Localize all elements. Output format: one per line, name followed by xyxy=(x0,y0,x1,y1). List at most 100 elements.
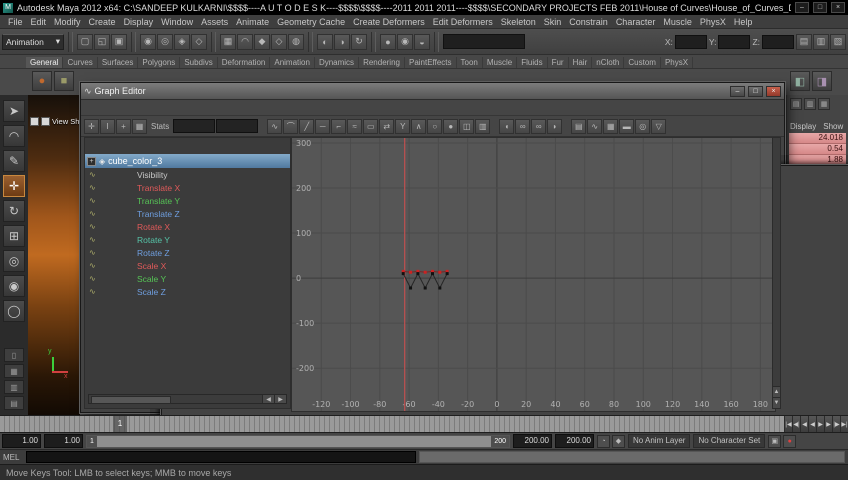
channelbox-menu-show[interactable]: Show xyxy=(823,122,843,131)
lasso-tool-icon[interactable]: ◠ xyxy=(3,125,25,147)
channelbox-toggle-icon[interactable]: ▥ xyxy=(813,33,829,50)
anim-preferences-icon[interactable]: ▣ xyxy=(768,434,782,448)
shelf-tab-hair[interactable]: Hair xyxy=(569,57,593,68)
move-tool-icon[interactable]: ✛ xyxy=(3,175,25,197)
menu-item-display[interactable]: Display xyxy=(120,17,158,27)
step-back-key-button[interactable]: ◀ xyxy=(800,416,808,432)
menu-item-edit[interactable]: Edit xyxy=(27,17,51,27)
open-dope-sheet-icon[interactable]: ▦ xyxy=(603,118,619,134)
step-forward-frame-button[interactable]: |▶ xyxy=(832,416,840,432)
graph-vscrollbar[interactable]: ▲ ▼ xyxy=(772,137,781,409)
select-hierarchy-icon[interactable]: ◉ xyxy=(140,33,156,50)
menu-item-constrain[interactable]: Constrain xyxy=(565,17,612,27)
graph-editor-minimize-button[interactable]: – xyxy=(730,85,745,97)
shelf-tab-dynamics[interactable]: Dynamics xyxy=(315,57,360,68)
show-manipulator-icon[interactable]: ◉ xyxy=(3,275,25,297)
flat-tangents-icon[interactable]: ─ xyxy=(315,118,331,134)
open-scene-icon[interactable]: ◱ xyxy=(94,33,110,50)
save-scene-icon[interactable]: ▣ xyxy=(111,33,127,50)
channel-row-rotate-y[interactable]: ∿ Rotate Y xyxy=(85,233,290,246)
select-component-icon[interactable]: ◈ xyxy=(174,33,190,50)
shelf-tool-icon-a[interactable]: ◧ xyxy=(790,71,810,91)
new-scene-icon[interactable]: ▢ xyxy=(77,33,93,50)
pre-infinity-cycle-icon[interactable]: ◖ xyxy=(499,118,515,134)
shelf-tab-toon[interactable]: Toon xyxy=(457,57,483,68)
current-frame-marker[interactable]: 1 xyxy=(113,416,127,432)
ge-channel-outliner[interactable]: + ◈ cube_color_3 ∿ Visibility ∿ Translate X… xyxy=(84,137,291,409)
four-pane-layout-icon[interactable]: ▦ xyxy=(4,364,24,378)
menu-item-muscle[interactable]: Muscle xyxy=(659,17,696,27)
outliner-scroll-thumb[interactable] xyxy=(91,396,171,404)
linear-tangents-icon[interactable]: ╱ xyxy=(299,118,315,134)
output-connections-icon[interactable]: ◑ xyxy=(334,33,350,50)
playback-start-field[interactable]: 1.00 xyxy=(2,434,41,448)
time-slider-ticks[interactable]: 1 xyxy=(0,416,784,432)
outliner-pane-layout-icon[interactable]: ▤ xyxy=(4,396,24,410)
rotate-tool-icon[interactable]: ↻ xyxy=(3,200,25,222)
render-settings-icon[interactable]: ◒ xyxy=(414,33,430,50)
shelf-tab-painteffects[interactable]: PaintEffects xyxy=(405,57,457,68)
expand-node-icon[interactable]: + xyxy=(87,156,96,166)
attribute-editor-toggle-icon[interactable]: ▧ xyxy=(830,33,846,50)
unify-tangents-icon[interactable]: ∧ xyxy=(411,118,427,134)
lattice-deform-keys-tool-icon[interactable]: ▦ xyxy=(132,118,147,134)
maximize-window-button[interactable]: □ xyxy=(813,2,827,13)
play-backwards-button[interactable]: ◀ xyxy=(808,416,816,432)
outliner-hscrollbar[interactable]: ◀ ▶ xyxy=(88,394,287,404)
menu-item-edit-deformers[interactable]: Edit Deformers xyxy=(429,17,497,27)
time-slider[interactable]: 1 |◀ ◀| ◀ ◀ ▶ ▶ |▶ ▶| xyxy=(0,415,848,433)
anim-layer-selector[interactable]: No Anim Layer xyxy=(628,434,691,448)
panel-menu-fragment[interactable]: View Sha xyxy=(52,117,80,126)
quick-select-field[interactable] xyxy=(443,34,525,49)
plateau-tangents-icon[interactable]: ≈ xyxy=(347,118,363,134)
graph-vscroll-track[interactable] xyxy=(773,138,780,386)
add-keys-tool-icon[interactable]: + xyxy=(116,118,131,134)
selection-mask-icon[interactable]: ◇ xyxy=(191,33,207,50)
value-snap-icon[interactable]: ▥ xyxy=(475,118,491,134)
buffer-curve-snapshot-icon[interactable]: ▭ xyxy=(363,118,379,134)
channelbox-manip-icon[interactable]: ▤ xyxy=(790,98,802,110)
shelf-tab-rendering[interactable]: Rendering xyxy=(359,57,405,68)
close-window-button[interactable]: × xyxy=(831,2,845,13)
minimize-window-button[interactable]: – xyxy=(795,2,809,13)
playback-end-field[interactable]: 200.00 xyxy=(555,434,594,448)
viewport-panel[interactable]: View Sha y x xyxy=(28,95,80,415)
channel-row-rotate-z[interactable]: ∿ Rotate Z xyxy=(85,246,290,259)
render-current-frame-icon[interactable]: ● xyxy=(380,33,396,50)
x-coordinate-field[interactable] xyxy=(674,34,707,49)
sidebar-toggle-icon[interactable]: ▤ xyxy=(796,33,812,50)
range-slider-bar[interactable]: 1 200 xyxy=(86,434,510,448)
command-line-input[interactable] xyxy=(26,451,416,463)
post-infinity-cycle-icon[interactable]: ∞ xyxy=(531,118,547,134)
channel-value-1[interactable]: 0.54 xyxy=(789,144,846,155)
shelf-cube-icon[interactable]: ■ xyxy=(54,71,74,91)
graph-editor-maximize-button[interactable]: □ xyxy=(748,85,763,97)
shelf-tab-curves[interactable]: Curves xyxy=(63,57,98,68)
menu-item-animate[interactable]: Animate xyxy=(232,17,273,27)
curve-smoothness-icon[interactable]: ∿ xyxy=(587,118,603,134)
lock-tangent-weight-icon[interactable]: ● xyxy=(443,118,459,134)
shelf-tab-muscle[interactable]: Muscle xyxy=(483,57,518,68)
move-nearest-picked-key-tool-icon[interactable]: ✛ xyxy=(84,118,99,134)
stats-time-field[interactable] xyxy=(173,119,216,133)
channel-row-translate-z[interactable]: ∿ Translate Z xyxy=(85,207,290,220)
menu-item-physx[interactable]: PhysX xyxy=(696,17,730,27)
break-tangents-icon[interactable]: Y xyxy=(395,118,411,134)
scroll-right-icon[interactable]: ▶ xyxy=(274,395,286,403)
animation-start-field[interactable]: 1.00 xyxy=(44,434,83,448)
shelf-tab-fluids[interactable]: Fluids xyxy=(517,57,548,68)
channel-row-visibility[interactable]: ∿ Visibility xyxy=(85,168,290,181)
stats-value-field[interactable] xyxy=(216,119,259,133)
snap-to-grid-icon[interactable]: ▦ xyxy=(220,33,236,50)
menu-item-character[interactable]: Character xyxy=(612,17,660,27)
swap-buffer-curve-icon[interactable]: ⇄ xyxy=(379,118,395,134)
menu-item-skin[interactable]: Skin xyxy=(540,17,566,27)
shelf-tab-animation[interactable]: Animation xyxy=(270,57,315,68)
camera-view-icon[interactable]: ◎ xyxy=(635,118,651,134)
universal-manipulator-icon[interactable]: ◎ xyxy=(3,250,25,272)
menu-item-help[interactable]: Help xyxy=(730,17,757,27)
make-live-icon[interactable]: ◍ xyxy=(288,33,304,50)
menu-item-assets[interactable]: Assets xyxy=(197,17,232,27)
two-pane-layout-icon[interactable]: ▥ xyxy=(4,380,24,394)
menu-item-file[interactable]: File xyxy=(4,17,27,27)
